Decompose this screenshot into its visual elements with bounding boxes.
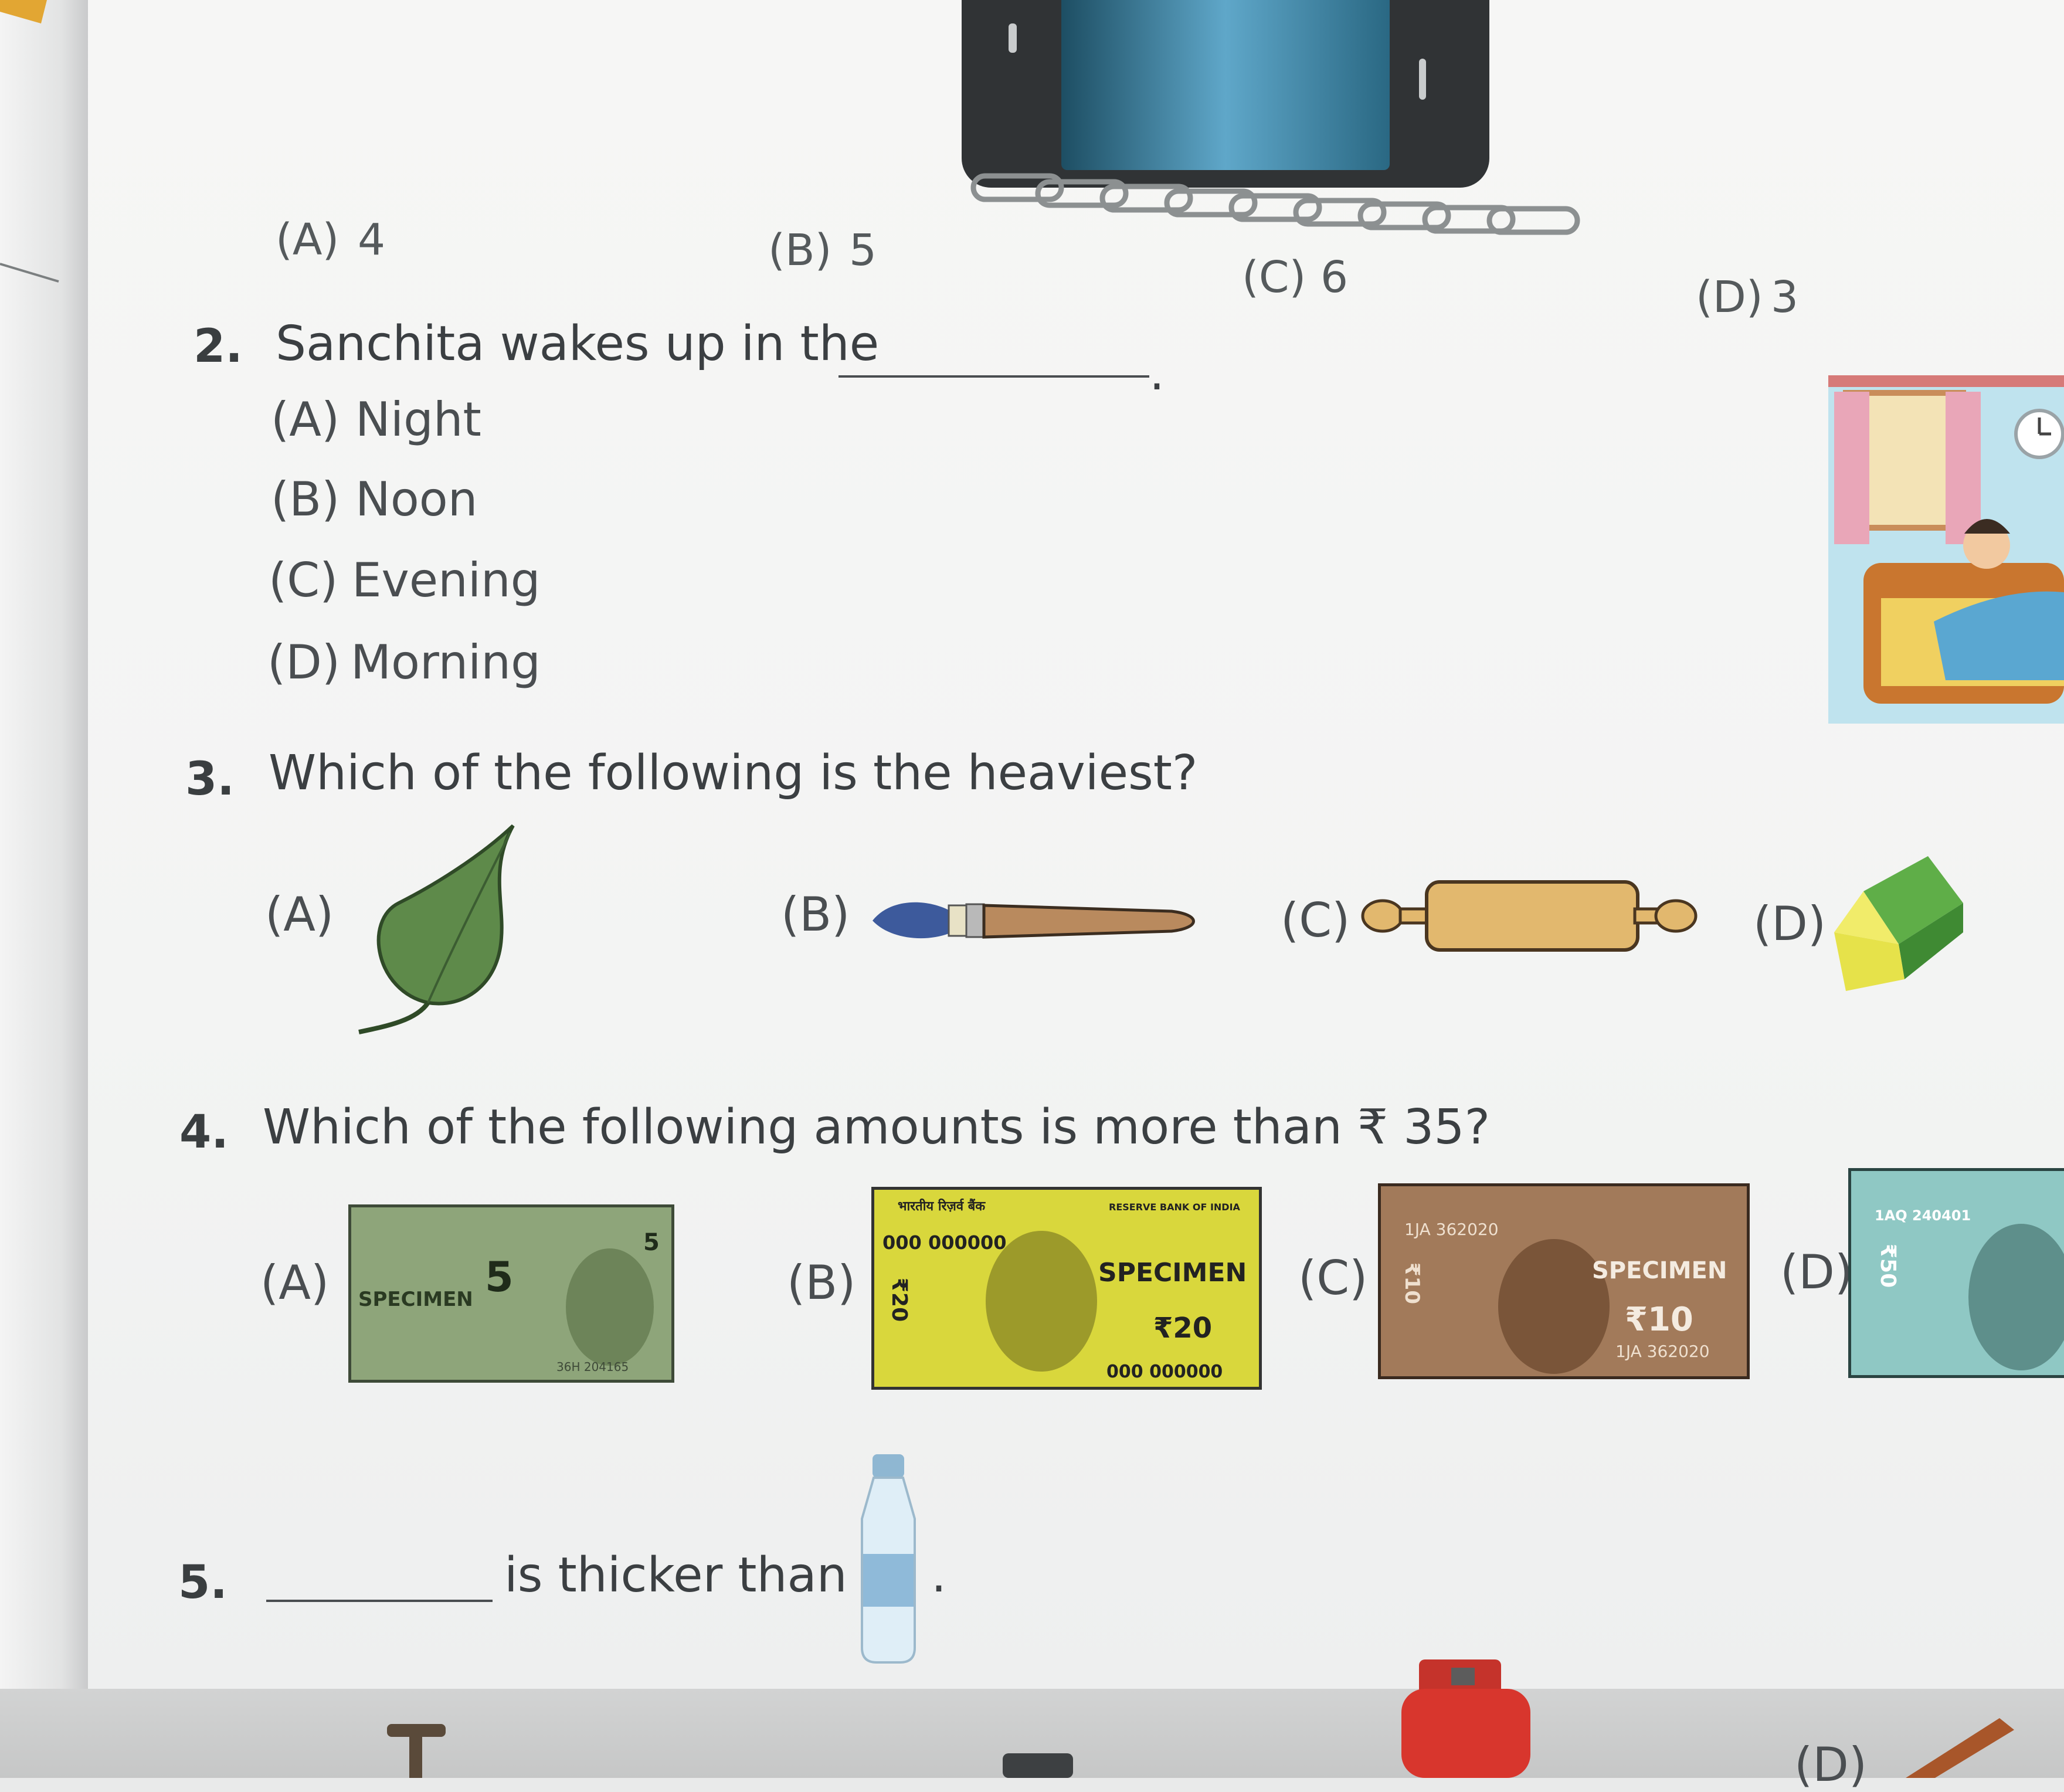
q5-answer-blank[interactable] <box>266 1600 493 1602</box>
mobile-phone-icon <box>962 0 1580 235</box>
q2-option-d-label[interactable]: (D) <box>267 639 340 686</box>
note-a-specimen: SPECIMEN <box>358 1288 473 1311</box>
q3-text: Which of the following is the heaviest? <box>269 745 1198 801</box>
leaf-icon[interactable] <box>352 821 528 1038</box>
note-b-serial-top: 000 000000 <box>882 1231 1007 1254</box>
q1-option-a-label[interactable]: (A) <box>276 218 339 262</box>
q2-option-c-label[interactable]: (C) <box>269 557 338 604</box>
q4-option-b-label[interactable]: (B) <box>787 1260 856 1306</box>
bedroom-wakeup-illustration <box>1828 375 2064 724</box>
q2-end-period: . <box>1149 345 1165 401</box>
q3-option-b-label[interactable]: (B) <box>781 891 850 938</box>
stick-fragment-icon <box>1906 1718 2014 1778</box>
note-c-side-denomination: ₹10 <box>1400 1262 1424 1304</box>
q1-option-b-label[interactable]: (B) <box>768 229 832 272</box>
q2-number: 2. <box>193 320 243 373</box>
note-a-serial: 36H 204165 <box>556 1360 629 1374</box>
q4-option-c-label[interactable]: (C) <box>1298 1255 1367 1302</box>
note-b-header-hindi: भारतीय रिज़र्व बैंक <box>898 1199 986 1214</box>
q3-option-d-label[interactable]: (D) <box>1753 901 1826 948</box>
next-page-option-d-label: (D) <box>1794 1737 1868 1792</box>
q2-option-b-text[interactable]: Noon <box>355 476 477 523</box>
q1-option-c-label[interactable]: (C) <box>1242 256 1306 299</box>
note-b-side-denomination: ₹20 <box>887 1278 911 1322</box>
note-d-serial-top: 1AQ 240401 <box>1875 1207 1971 1224</box>
q1-option-d-value[interactable]: 3 <box>1771 276 1798 319</box>
q5-end-period: . <box>931 1547 947 1603</box>
margin-mark <box>0 263 59 283</box>
q3-number: 3. <box>185 753 235 806</box>
q4-option-a-label[interactable]: (A) <box>260 1260 329 1306</box>
q2-option-a-text[interactable]: Night <box>355 396 481 443</box>
twenty-rupee-note[interactable]: भारतीय रिज़र्व बैंक RESERVE BANK OF INDI… <box>871 1187 1262 1390</box>
fifty-rupee-note[interactable]: 1AQ 240401 ₹50 <box>1848 1168 2064 1378</box>
note-c-amount: ₹10 <box>1625 1301 1693 1339</box>
note-b-specimen: SPECIMEN <box>1098 1258 1247 1288</box>
rolling-pin-icon[interactable] <box>1359 875 1699 957</box>
corner-decoration-icon <box>0 0 47 23</box>
note-c-specimen: SPECIMEN <box>1592 1257 1727 1284</box>
note-c-serial-top: 1JA 362020 <box>1404 1220 1499 1239</box>
q2-answer-blank[interactable] <box>838 375 1149 378</box>
eraser-icon[interactable] <box>1828 844 1969 997</box>
q4-text: Which of the following amounts is more t… <box>263 1099 1491 1155</box>
q1-option-d-label[interactable]: (D) <box>1696 276 1763 319</box>
q2-option-d-text[interactable]: Morning <box>351 639 541 686</box>
q1-option-c-value[interactable]: 6 <box>1320 256 1348 299</box>
q4-option-d-label[interactable]: (D) <box>1780 1249 1853 1296</box>
q4-number: 4. <box>179 1106 229 1159</box>
note-d-side-denomination: ₹50 <box>1876 1244 1900 1288</box>
water-bottle-icon <box>861 1454 916 1664</box>
ten-rupee-note[interactable]: 1JA 362020 ₹10 SPECIMEN ₹10 1JA 362020 <box>1378 1183 1750 1379</box>
note-b-header-english: RESERVE BANK OF INDIA <box>1109 1202 1240 1213</box>
nail-icon <box>387 1724 446 1778</box>
note-a-denomination-corner: 5 <box>643 1229 660 1256</box>
gas-cylinder-icon <box>1401 1659 1530 1778</box>
q3-option-c-label[interactable]: (C) <box>1281 897 1350 944</box>
q2-option-c-text[interactable]: Evening <box>352 557 541 604</box>
q2-text: Sanchita wakes up in the <box>276 316 880 372</box>
q3-option-a-label[interactable]: (A) <box>265 891 334 938</box>
q1-option-a-value[interactable]: 4 <box>358 218 385 262</box>
note-b-serial-bottom: 000 000000 <box>1106 1362 1223 1382</box>
pipe-fragment-icon <box>1003 1753 1073 1778</box>
q2-option-b-label[interactable]: (B) <box>271 476 340 523</box>
paintbrush-icon[interactable] <box>867 887 1207 951</box>
q2-option-a-label[interactable]: (A) <box>271 396 340 443</box>
five-rupee-note[interactable]: SPECIMEN 5 5 36H 204165 <box>348 1204 674 1383</box>
note-c-serial-bottom: 1JA 362020 <box>1615 1342 1710 1361</box>
note-a-denomination: 5 <box>485 1253 514 1301</box>
note-b-amount: ₹20 <box>1153 1312 1213 1345</box>
q5-number: 5. <box>178 1556 228 1609</box>
q1-option-b-value[interactable]: 5 <box>849 229 877 272</box>
q5-text: is thicker than <box>504 1547 847 1603</box>
